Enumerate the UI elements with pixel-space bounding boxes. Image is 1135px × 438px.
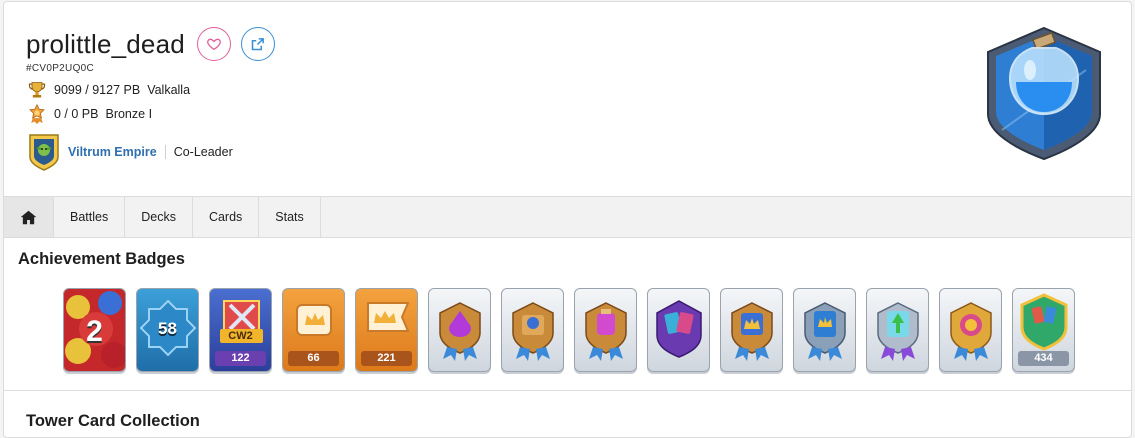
gold-medal-badge[interactable] — [939, 288, 1002, 372]
crowns-badge[interactable] — [720, 288, 783, 372]
tab-bar: Battles Decks Cards Stats — [4, 196, 1131, 238]
evolution-icon — [877, 302, 919, 361]
crown-card-badge[interactable] — [793, 288, 856, 372]
clan-wars-2-badge[interactable]: CW2 122 — [209, 288, 272, 372]
ranked-league: Bronze I — [105, 107, 153, 121]
home-icon — [20, 210, 37, 224]
achievement-badges-title: Achievement Badges — [18, 250, 185, 268]
achievement-badge-list: 2 58 CW2 122 66 221 434 — [63, 288, 1075, 372]
potion-icon — [585, 302, 627, 361]
clan-divider — [164, 145, 166, 159]
elixir-drop-icon — [439, 302, 481, 361]
badge-value: 66 — [288, 351, 339, 366]
collection-badge[interactable]: 434 — [1012, 288, 1075, 372]
crown-banner-badge[interactable]: 221 — [355, 288, 418, 372]
profile-header: prolittle_dead #CV0P2UQ0C 9099 / 9127 PB… — [26, 24, 926, 172]
clan-name-link[interactable]: Viltrum Empire — [68, 145, 157, 159]
arena-icon — [987, 26, 1101, 161]
trophy-count: 9099 / 9127 PB — [54, 83, 141, 97]
tab-decks[interactable]: Decks — [125, 197, 193, 237]
clan-role: Co-Leader — [173, 145, 233, 159]
badge-subtitle: CW2 — [228, 330, 253, 342]
section-divider — [4, 390, 1131, 391]
cards-purple-badge[interactable] — [647, 288, 710, 372]
player-name: prolittle_dead — [26, 28, 185, 59]
name-row: prolittle_dead — [26, 24, 926, 64]
player-tag: #CV0P2UQ0C — [26, 63, 95, 74]
king-tower-icon — [512, 302, 554, 361]
tab-stats[interactable]: Stats — [259, 197, 321, 237]
cards-collected-badge[interactable]: 66 — [282, 288, 345, 372]
badge-value: 434 — [1018, 351, 1069, 366]
cards-purple-icon — [656, 300, 702, 358]
open-external-button[interactable] — [240, 27, 275, 61]
years-played-badge[interactable]: 2 — [63, 288, 126, 372]
trophy-icon — [26, 79, 48, 101]
ranked-medal-icon — [26, 103, 48, 125]
ranked-count: 0 / 0 PB — [54, 107, 99, 121]
tab-cards[interactable]: Cards — [193, 197, 260, 237]
king-tower-badge[interactable] — [501, 288, 564, 372]
elixir-badge[interactable] — [428, 288, 491, 372]
tab-battles[interactable]: Battles — [54, 197, 126, 237]
trophy-row: 9099 / 9127 PB Valkalla — [26, 78, 926, 102]
profile-card: prolittle_dead #CV0P2UQ0C 9099 / 9127 PB… — [3, 1, 1132, 438]
heart-icon — [206, 38, 221, 51]
ranked-row: 0 / 0 PB Bronze I — [26, 102, 926, 126]
gold-medal-icon — [950, 302, 992, 361]
clan-row: Viltrum Empire Co-Leader — [26, 132, 926, 172]
badge-value: 122 — [215, 351, 266, 366]
crowns-icon — [731, 302, 773, 361]
level-badge[interactable]: 58 — [136, 288, 199, 372]
crown-card-icon — [804, 302, 846, 361]
tower-card-collection-title: Tower Card Collection — [26, 412, 200, 430]
tab-home[interactable] — [4, 197, 54, 237]
clan-badge-icon — [29, 134, 59, 171]
trophy-league: Valkalla — [147, 83, 191, 97]
evolution-badge[interactable] — [866, 288, 929, 372]
potion-badge[interactable] — [574, 288, 637, 372]
badge-value: 58 — [158, 319, 177, 338]
badge-value: 221 — [361, 351, 412, 366]
external-link-icon — [252, 37, 265, 50]
badge-value: 2 — [86, 315, 103, 348]
favorite-button[interactable] — [196, 27, 231, 61]
